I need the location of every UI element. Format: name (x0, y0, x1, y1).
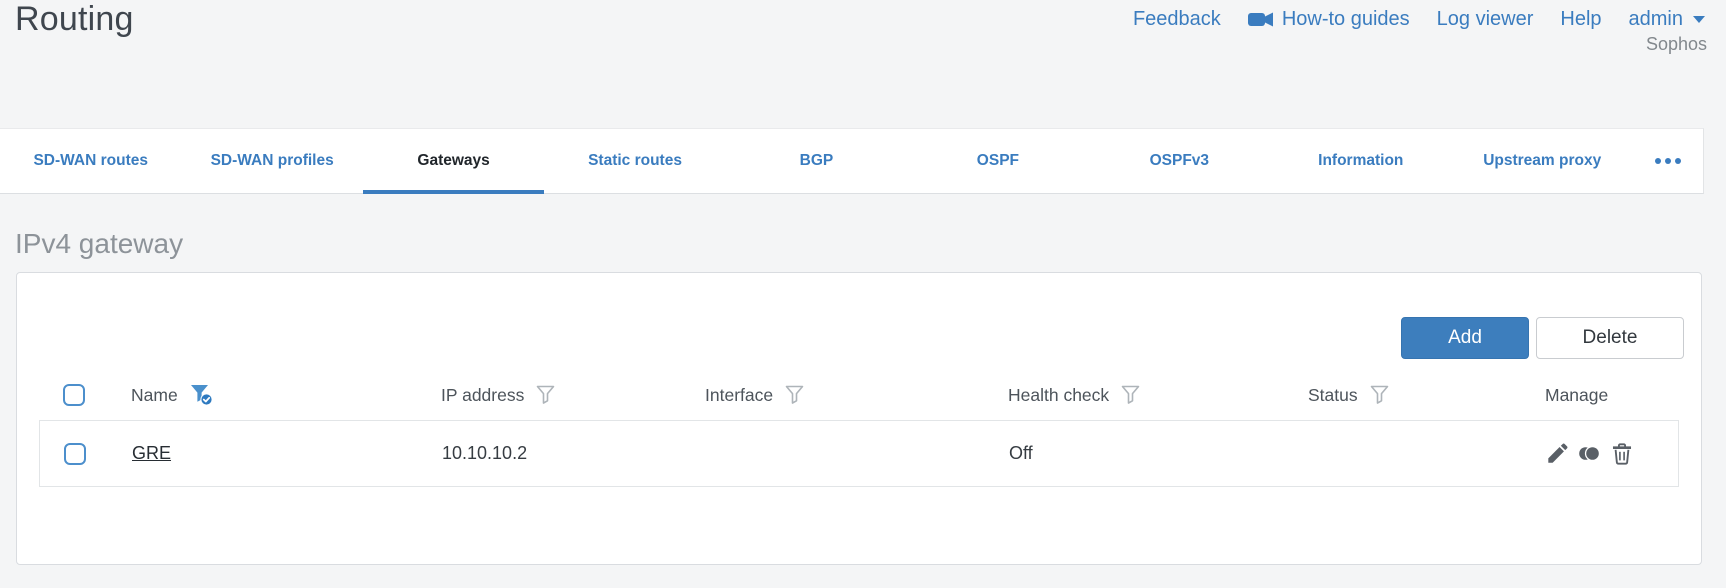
tab-upstream-proxy[interactable]: Upstream proxy (1452, 129, 1633, 193)
column-header-status: Status (1301, 385, 1536, 406)
manage-column-label: Manage (1545, 384, 1609, 405)
filter-icon[interactable] (1370, 385, 1389, 406)
tab-ospf[interactable]: OSPF (907, 129, 1088, 193)
filter-icon[interactable] (1121, 385, 1140, 406)
help-link[interactable]: Help (1560, 8, 1601, 31)
edit-icon[interactable] (1546, 442, 1569, 465)
row-status-cell (1302, 443, 1537, 464)
delete-button[interactable]: Delete (1536, 317, 1684, 359)
select-all-cell (39, 384, 111, 406)
admin-menu-button[interactable]: admin (1629, 8, 1705, 31)
row-select-cell (40, 442, 112, 465)
delete-row-icon[interactable] (1612, 442, 1632, 465)
row-actions-cell (1537, 442, 1678, 465)
column-header-name: Name (111, 384, 431, 406)
howto-guides-label: How-to guides (1281, 8, 1410, 30)
help-label: Help (1560, 8, 1602, 30)
column-header-interface: Interface (696, 385, 1001, 406)
ip-address-column-label: IP address (441, 384, 525, 405)
add-button[interactable]: Add (1401, 317, 1529, 359)
top-navigation: Feedback How-to guides Log viewer Help a… (1133, 8, 1705, 31)
tab-sd-wan-routes[interactable]: SD-WAN routes (0, 129, 181, 193)
tab-information[interactable]: Information (1270, 129, 1451, 193)
feedback-link[interactable]: Feedback (1133, 8, 1221, 31)
ellipsis-icon (1654, 158, 1661, 164)
table-row: GRE 10.10.10.2 Off (40, 421, 1678, 486)
filter-icon[interactable] (785, 385, 804, 406)
feedback-label: Feedback (1132, 8, 1221, 30)
table-header-row: Name IP address Interface Health check S… (39, 370, 1679, 420)
clone-icon[interactable] (1578, 444, 1603, 463)
name-column-label: Name (131, 384, 178, 405)
health-check-column-label: Health check (1008, 384, 1110, 405)
row-ip-cell: 10.10.10.2 (442, 443, 528, 463)
routing-tabbar: SD-WAN routes SD-WAN profiles Gateways S… (0, 128, 1704, 194)
gateway-name-link[interactable]: GRE (132, 443, 171, 463)
interface-column-label: Interface (705, 384, 774, 405)
video-camera-icon (1247, 11, 1274, 28)
column-header-health-check: Health check (1001, 385, 1301, 406)
tab-static-routes[interactable]: Static routes (544, 129, 725, 193)
chevron-down-icon (1693, 16, 1705, 23)
tab-bgp[interactable]: BGP (726, 129, 907, 193)
select-all-checkbox[interactable] (63, 384, 85, 406)
tab-ospfv3[interactable]: OSPFv3 (1089, 129, 1270, 193)
routing-page: Routing Feedback How-to guides Log viewe… (0, 0, 1726, 588)
tab-sd-wan-profiles[interactable]: SD-WAN profiles (181, 129, 362, 193)
admin-label: admin (1628, 8, 1683, 30)
log-viewer-label: Log viewer (1436, 8, 1534, 30)
filter-icon[interactable] (536, 385, 555, 406)
table-body: GRE 10.10.10.2 Off (39, 420, 1679, 487)
ipv4-gateway-card: Add Delete Name IP address Interface Hea… (16, 272, 1702, 565)
row-checkbox[interactable] (64, 442, 86, 465)
page-header: Routing Feedback How-to guides Log viewe… (0, 0, 1726, 128)
section-heading: IPv4 gateway (15, 228, 184, 259)
row-health-check-cell: Off (1009, 443, 1033, 463)
column-header-manage: Manage (1536, 385, 1679, 406)
filter-active-icon[interactable] (190, 384, 215, 406)
tab-gateways[interactable]: Gateways (362, 129, 545, 194)
row-name-cell: GRE (112, 443, 432, 464)
more-tabs-button[interactable] (1633, 129, 1703, 193)
table-toolbar: Add Delete (1401, 317, 1684, 359)
status-column-label: Status (1308, 384, 1358, 405)
log-viewer-link[interactable]: Log viewer (1437, 8, 1534, 31)
column-header-ip-address: IP address (431, 385, 696, 406)
vendor-label: Sophos (1645, 34, 1707, 54)
page-title: Routing (15, 0, 134, 38)
howto-guides-link[interactable]: How-to guides (1247, 8, 1410, 31)
